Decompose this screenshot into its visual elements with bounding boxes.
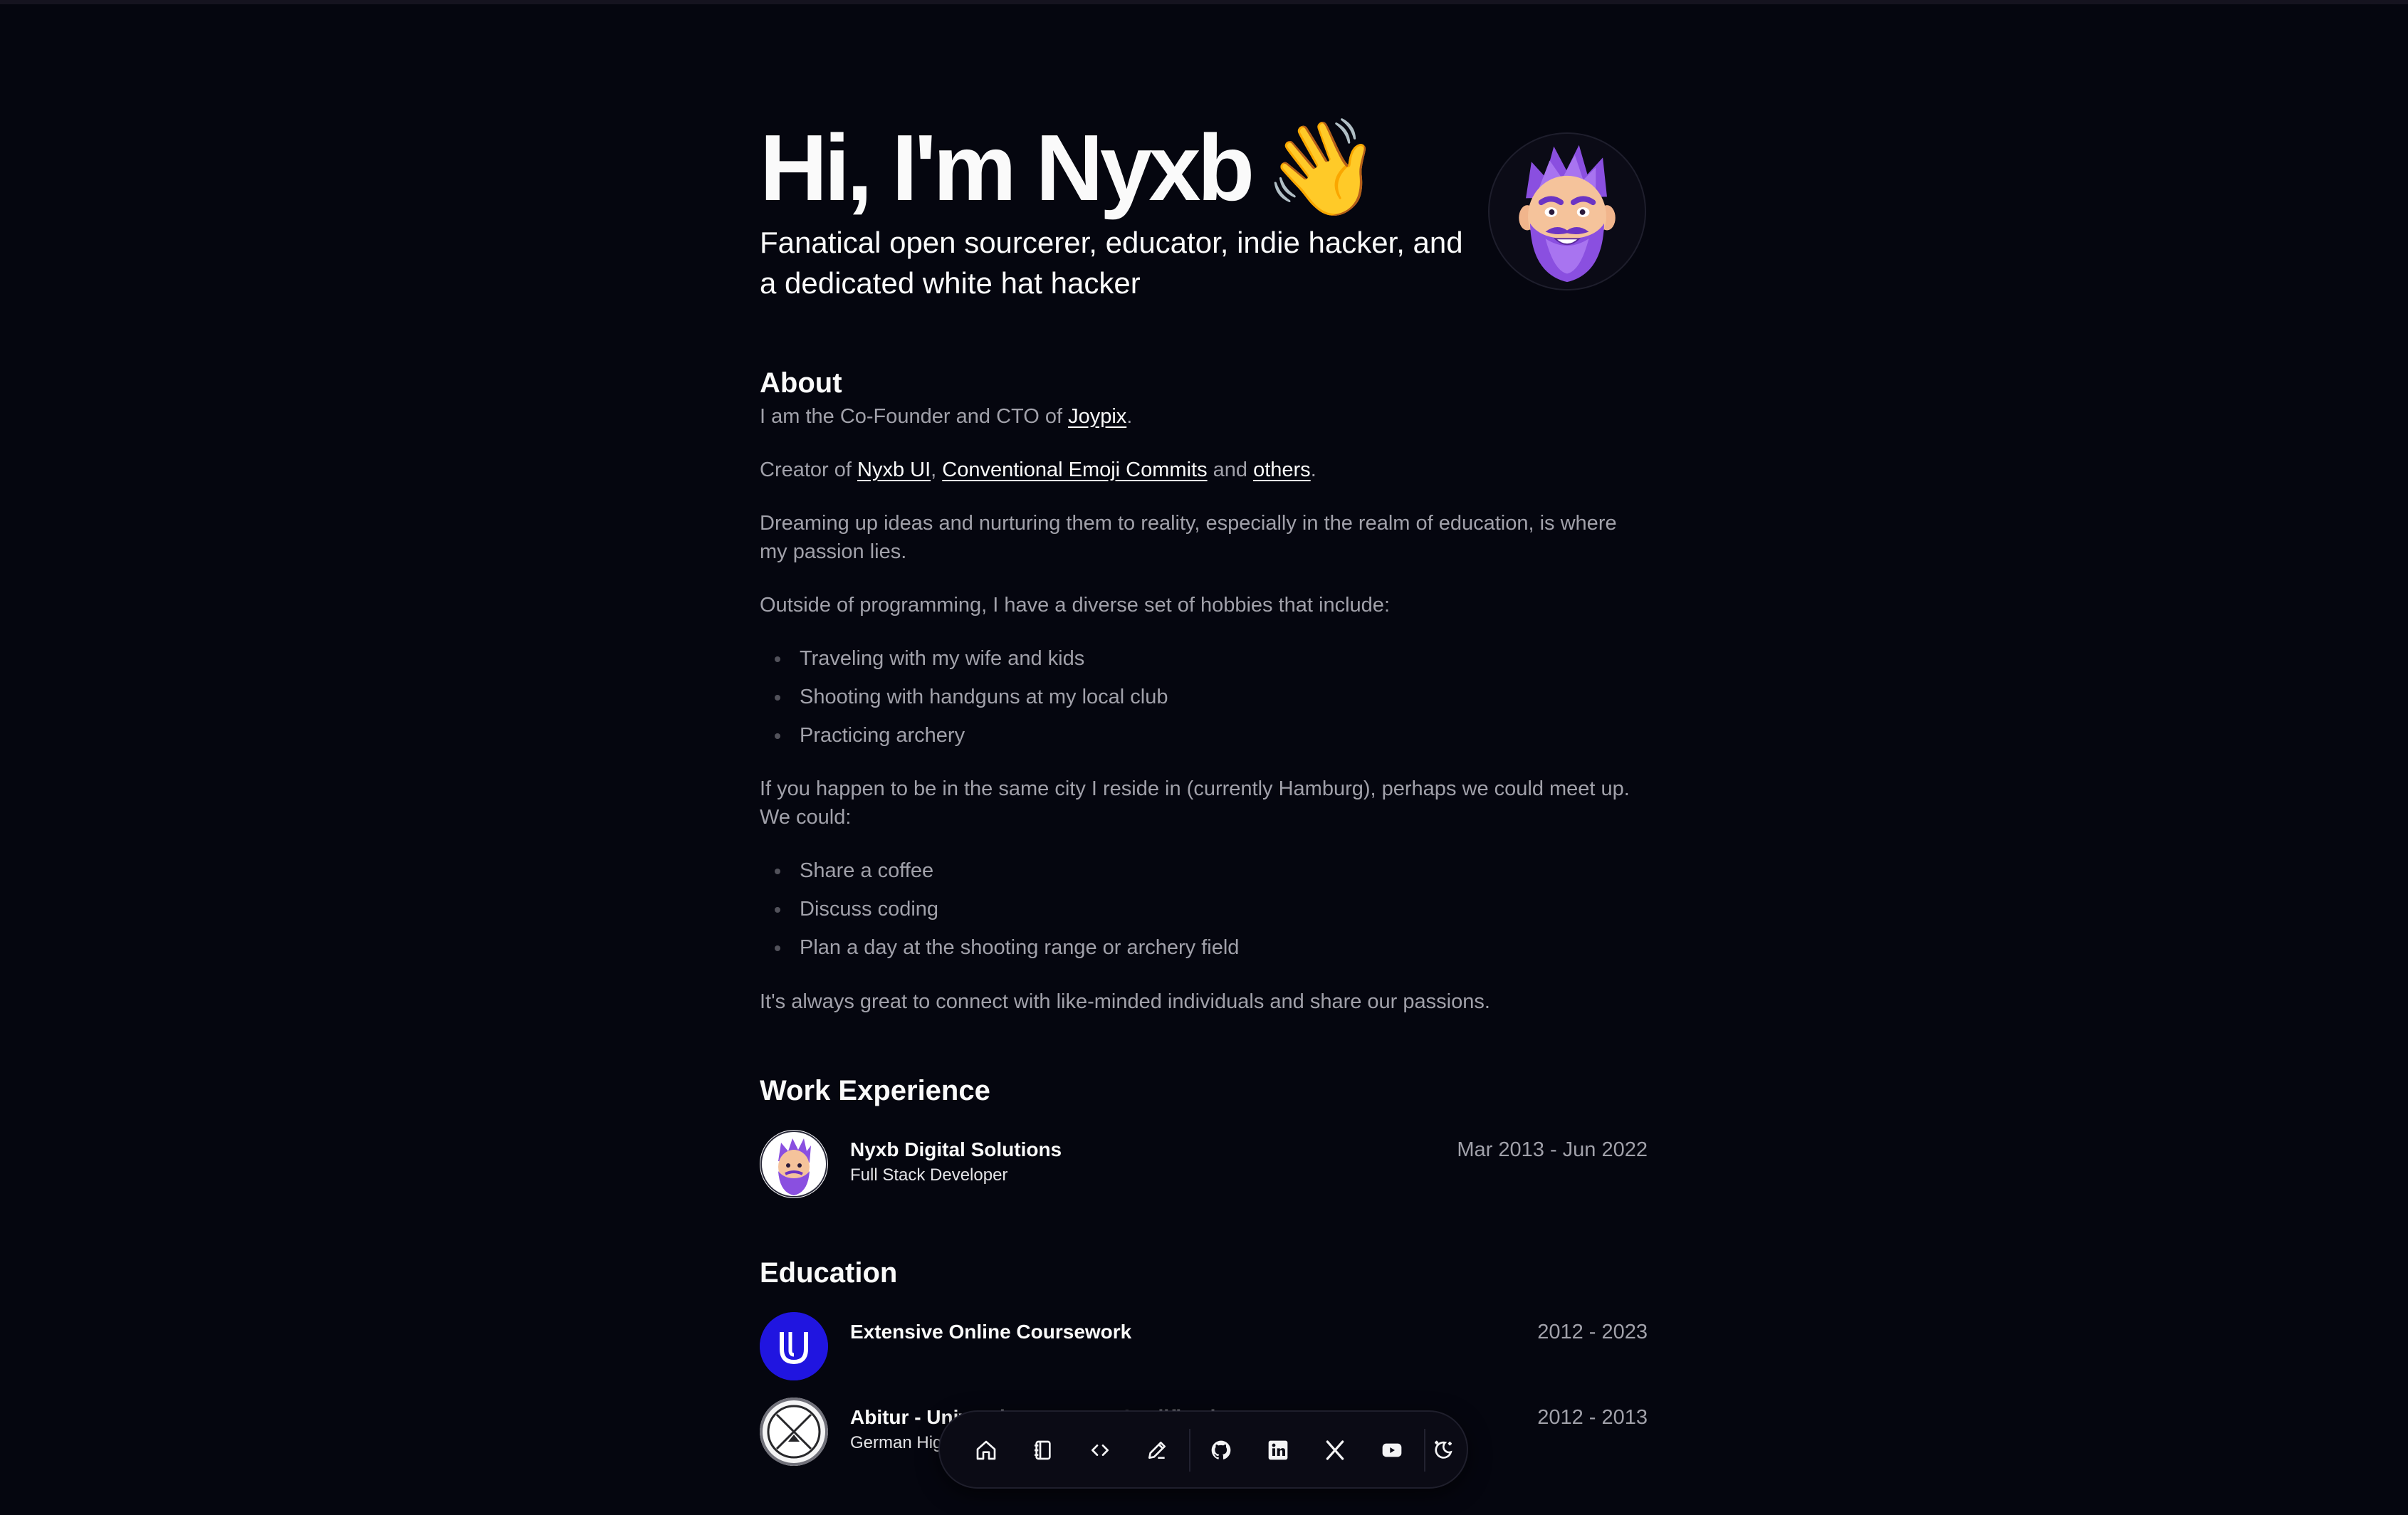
list-item: Plan a day at the shooting range or arch… <box>774 933 1239 962</box>
school-name: Extensive Online Coursework <box>850 1321 1132 1343</box>
joypix-link[interactable]: Joypix <box>1068 405 1126 428</box>
dock-divider <box>1189 1429 1190 1472</box>
list-item: Shooting with handguns at my local club <box>774 683 1168 711</box>
nyxb-ui-link[interactable]: Nyxb UI <box>857 458 931 481</box>
work-dates: Mar 2013 - Jun 2022 <box>1457 1138 1648 1161</box>
code-icon[interactable] <box>1081 1431 1119 1469</box>
education-heading: Education <box>760 1257 898 1289</box>
about-paragraph-hobbies: Outside of programming, I have a diverse… <box>760 594 1390 617</box>
conventional-emoji-commits-link[interactable]: Conventional Emoji Commits <box>942 458 1207 481</box>
linkedin-icon[interactable] <box>1259 1431 1297 1469</box>
list-item: Traveling with my wife and kids <box>774 644 1084 673</box>
top-border <box>0 0 2408 4</box>
theme-toggle-icon[interactable] <box>1425 1431 1461 1469</box>
youtube-icon[interactable] <box>1373 1431 1411 1469</box>
school-logo <box>760 1398 828 1466</box>
work-experience-heading: Work Experience <box>760 1075 990 1106</box>
waving-hand-emoji: 👋 <box>1264 115 1381 220</box>
navigation-dock <box>938 1410 1468 1489</box>
about-paragraph-passion: Dreaming up ideas and nurturing them to … <box>760 512 1617 563</box>
page-title: Hi, I'm Nyxb 👋 <box>760 115 1381 220</box>
udacity-logo-icon <box>760 1312 828 1380</box>
education-item-online-coursework[interactable]: Extensive Online Coursework 2012 - 2023 <box>760 1312 1648 1380</box>
about-paragraph-creator: Creator of Nyxb UI, Conventional Emoji C… <box>760 458 1316 481</box>
x-icon[interactable] <box>1316 1431 1354 1469</box>
notebook-icon[interactable] <box>1024 1431 1062 1469</box>
company-logo <box>760 1130 828 1198</box>
home-icon[interactable] <box>967 1431 1005 1469</box>
list-item: Discuss coding <box>774 895 938 923</box>
education-dates: 2012 - 2023 <box>1537 1321 1648 1343</box>
avatar <box>1488 132 1646 290</box>
about-paragraph-cto: I am the Co-Founder and CTO of Joypix. <box>760 405 1133 428</box>
education-dates: 2012 - 2013 <box>1537 1406 1648 1429</box>
school-logo <box>760 1312 828 1380</box>
about-paragraph-meetup: If you happen to be in the same city I r… <box>760 777 1630 829</box>
about-heading: About <box>760 367 842 399</box>
list-item: Practicing archery <box>774 721 965 750</box>
about-paragraph-connect: It's always great to connect with like-m… <box>760 990 1490 1013</box>
abitur-badge-icon <box>760 1398 828 1466</box>
page-subtitle: Fanatical open sourcerer, educator, indi… <box>760 226 1463 300</box>
list-item: Share a coffee <box>774 856 933 885</box>
company-name: Nyxb Digital Solutions <box>850 1138 1062 1160</box>
pencil-icon[interactable] <box>1138 1431 1176 1469</box>
job-title: Full Stack Developer <box>850 1165 1008 1185</box>
nyxb-avatar-icon <box>760 1131 827 1197</box>
avatar-purple-bearded-character-icon <box>1519 145 1616 283</box>
work-item-nyxb-digital-solutions[interactable]: Nyxb Digital Solutions Full Stack Develo… <box>760 1130 1648 1198</box>
others-link[interactable]: others <box>1253 458 1311 481</box>
github-icon[interactable] <box>1202 1431 1240 1469</box>
